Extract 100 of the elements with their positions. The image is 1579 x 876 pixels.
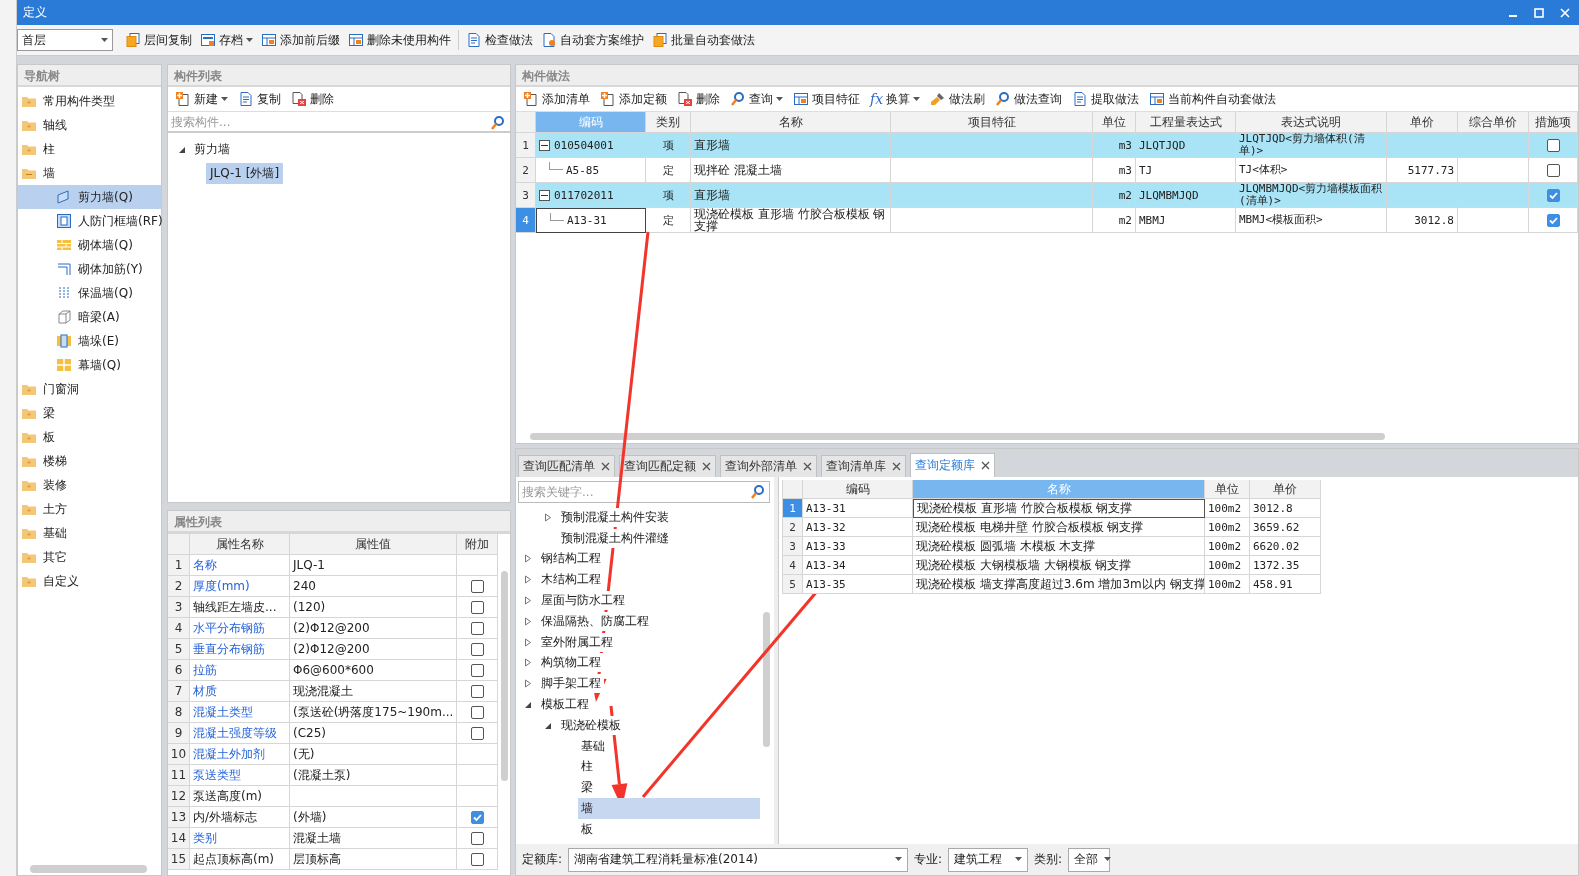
column-header[interactable]: 单位 [1205,480,1250,499]
tree-item[interactable]: 保温墙(Q) [18,281,161,305]
tab[interactable]: 查询定额库 [910,453,995,477]
tab[interactable]: 查询外部清单 [720,455,817,477]
checkbox[interactable] [1546,188,1560,202]
select-field[interactable]: 全部 [1068,847,1111,872]
caret-icon[interactable] [1015,857,1023,862]
caret-icon[interactable] [524,679,532,689]
checkbox[interactable] [1546,163,1560,177]
tree-item[interactable]: 柱 [18,137,161,161]
tree-item[interactable]: 门窗洞 [18,377,161,401]
scrollbar[interactable] [30,865,147,873]
tree-item[interactable]: 屋面与防水工程 [538,591,628,611]
column-header[interactable]: 单位 [1093,112,1136,133]
tree-item[interactable]: 楼梯 [18,449,161,473]
close-icon[interactable] [803,462,812,471]
caret-icon[interactable] [524,637,532,647]
tree-item[interactable]: 墙 [578,798,760,819]
checkbox[interactable] [470,705,484,719]
column-header[interactable]: 类别 [646,112,691,133]
toolbar-button[interactable]: 批量自动套做法 [648,29,759,51]
toolbar-button[interactable]: 添加定额 [596,88,671,110]
tree-item[interactable]: 其它 [18,545,161,569]
scrollbar[interactable] [530,433,1385,440]
toolbar-button[interactable]: 删除 [287,88,338,110]
column-header[interactable]: 工程量表达式 [1136,112,1236,133]
caret-icon[interactable] [895,857,903,862]
collapse-icon[interactable] [539,139,550,151]
tree-item[interactable]: 墙垛(E) [18,329,161,353]
floor-select[interactable]: 首层 [17,29,113,51]
tab[interactable]: 查询匹配清单 [518,455,615,477]
caret-icon[interactable] [524,554,532,564]
toolbar-button[interactable]: 做法刷 [926,88,990,110]
close-icon[interactable] [601,462,610,471]
scrollbar[interactable] [763,612,770,747]
tree-item[interactable]: 幕墙(Q) [18,353,161,377]
tree-item[interactable]: 保温隔热、防腐工程 [538,611,652,631]
toolbar-button[interactable]: 删除未使用构件 [344,29,455,51]
checkbox[interactable] [470,810,484,824]
tree-item[interactable]: 脚手架工程 [538,674,604,694]
checkbox[interactable] [1546,138,1560,152]
toolbar-button[interactable]: 添加前后缀 [257,29,344,51]
column-header[interactable]: 编码 [803,480,913,499]
checkbox[interactable] [470,642,484,656]
caret-icon[interactable] [246,37,253,43]
checkbox[interactable] [470,663,484,677]
select-field[interactable]: 建筑工程 [948,847,1029,872]
checkbox[interactable] [470,621,484,635]
checkbox[interactable] [470,600,484,614]
column-header[interactable]: 名称 [691,112,891,133]
checkbox[interactable] [470,831,484,845]
caret-icon[interactable] [221,96,228,102]
caret-icon[interactable] [524,700,532,710]
tab[interactable]: 查询清单库 [821,455,906,477]
tree-item[interactable]: 暗梁(A) [18,305,161,329]
toolbar-button[interactable]: 查询 [726,88,787,110]
checkbox[interactable] [470,579,484,593]
tree-item[interactable]: 现浇砼模板 [558,715,624,735]
caret-icon[interactable] [544,512,552,522]
toolbar-button[interactable]: 做法查询 [991,88,1067,110]
tree-item[interactable]: 装修 [18,473,161,497]
search-field[interactable]: 搜索关键字... [518,481,770,503]
tree-item[interactable]: 轴线 [18,113,161,137]
caret-icon[interactable] [524,575,532,585]
checkbox[interactable] [470,852,484,866]
toolbar-button[interactable]: 新建 [171,88,232,110]
tree-item[interactable]: 预制混凝土构件灌缝 [558,528,672,548]
tree-item[interactable]: 室外附属工程 [538,632,616,652]
tree-item[interactable]: JLQ-1 [外墙] [206,162,284,184]
checkbox[interactable] [470,684,484,698]
toolbar-button[interactable]: 删除 [673,88,724,110]
tree-item[interactable]: 自定义 [18,569,161,593]
tree-item[interactable]: 板 [18,425,161,449]
scrollbar[interactable] [501,571,508,781]
column-header[interactable]: 综合单价 [1458,112,1529,133]
tree-item[interactable]: 常用构件类型 [18,89,161,113]
maximize-icon[interactable] [1533,6,1545,19]
tree-item[interactable]: 剪力墙(Q) [18,185,161,209]
collapse-icon[interactable] [539,189,550,201]
column-header[interactable]: 措施项 [1529,112,1578,133]
select-field[interactable]: 湖南省建筑工程消耗量标准(2014) [568,847,909,872]
toolbar-button[interactable]: fx 换算 [866,88,925,110]
checkbox[interactable] [470,726,484,740]
tree-item[interactable]: 梁 [18,401,161,425]
toolbar-button[interactable]: 存档 [196,29,257,51]
toolbar-button[interactable]: 复制 [234,88,285,110]
column-header[interactable]: 单价 [1387,112,1458,133]
toolbar-button[interactable]: 自动套方案维护 [537,29,648,51]
close-icon[interactable] [892,462,901,471]
tree-item[interactable]: 构筑物工程 [538,653,604,673]
tree-item[interactable]: 预制混凝土构件安装 [558,507,672,527]
tree-item[interactable]: 剪力墙 [194,140,230,158]
tree-item[interactable]: 土方 [18,497,161,521]
caret-icon[interactable] [1104,857,1112,862]
toolbar-button[interactable]: 添加清单 [519,88,594,110]
caret-icon[interactable] [776,96,783,102]
column-header[interactable]: 表达式说明 [1236,112,1387,133]
tree-item[interactable]: 基础 [18,521,161,545]
tab[interactable]: 查询匹配定额 [619,455,716,477]
toolbar-button[interactable]: 检查做法 [462,29,537,51]
